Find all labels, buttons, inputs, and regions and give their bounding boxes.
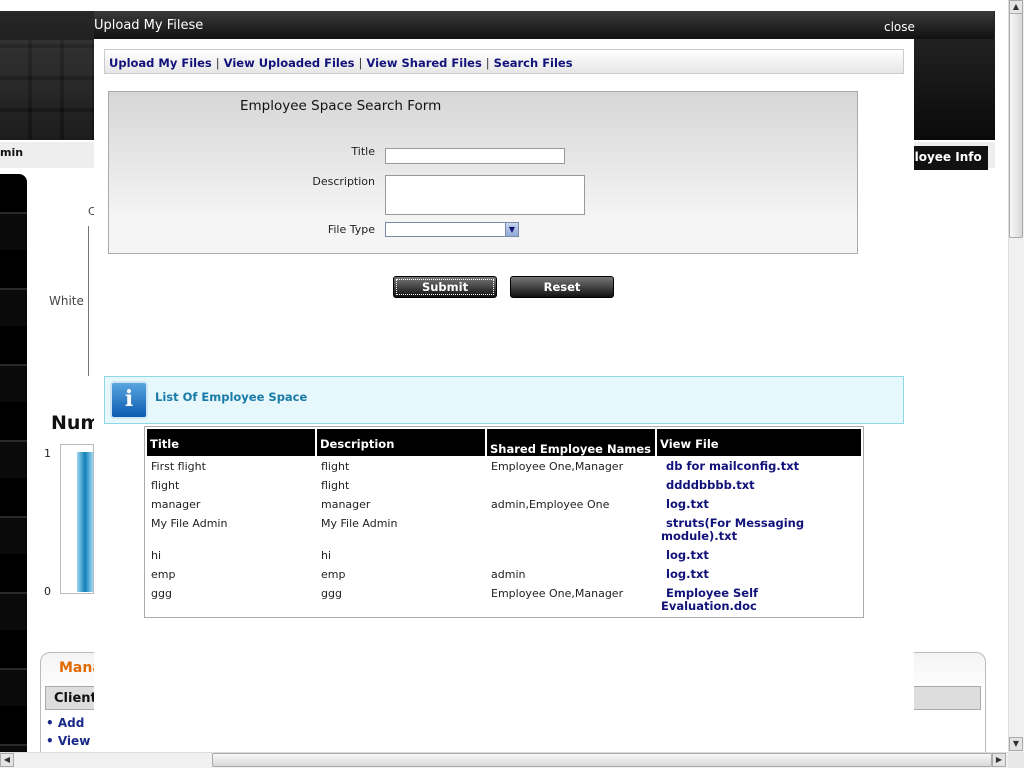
column-header-description: Description: [317, 429, 485, 456]
row-file-link[interactable]: struts(For Messaging module).txt: [661, 517, 841, 543]
tab-view-shared-files[interactable]: View Shared Files: [366, 56, 481, 70]
background-axis-tick-1: 1: [44, 447, 51, 460]
background-admin-text: min: [0, 146, 24, 159]
background-chart-label: White: [49, 294, 84, 308]
row-title: emp: [151, 568, 176, 581]
reset-button[interactable]: Reset: [510, 276, 614, 298]
row-file-link[interactable]: log.txt: [666, 498, 709, 511]
row-file-link[interactable]: log.txt: [666, 549, 709, 562]
row-description: hi: [321, 549, 332, 562]
background-axis-tick-0: 0: [44, 585, 51, 598]
scrollbar-corner: [1008, 752, 1024, 768]
row-description: My File Admin: [321, 517, 398, 530]
row-description: manager: [321, 498, 371, 511]
tab-search-files[interactable]: Search Files: [494, 56, 573, 70]
row-title: flight: [151, 479, 180, 492]
row-title: ggg: [151, 587, 172, 600]
tab-separator: |: [215, 56, 220, 70]
title-label: Title: [351, 145, 375, 158]
vertical-scrollbar-thumb[interactable]: [1009, 12, 1023, 238]
list-heading: List Of Employee Space: [155, 390, 308, 404]
scroll-down-icon[interactable]: ▼: [1009, 737, 1023, 751]
row-title: First flight: [151, 460, 206, 473]
search-form-heading: Employee Space Search Form: [240, 98, 442, 114]
row-description: flight: [321, 479, 350, 492]
row-shared: Employee One,Manager: [491, 460, 624, 473]
file-type-label: File Type: [327, 223, 375, 236]
background-left-menu: [0, 174, 27, 754]
row-title: hi: [151, 549, 162, 562]
modal-titlebar: [94, 11, 994, 39]
background-list-item-add[interactable]: • Add: [46, 716, 84, 730]
row-file-link[interactable]: Employee Self Evaluation.doc: [661, 587, 801, 613]
row-file-link[interactable]: db for mailconfig.txt: [666, 460, 799, 473]
horizontal-scrollbar-thumb[interactable]: [212, 753, 992, 767]
row-file-link[interactable]: log.txt: [666, 568, 709, 581]
row-title: manager: [151, 498, 201, 511]
row-file-link[interactable]: ddddbbbb.txt: [666, 479, 755, 492]
description-textarea[interactable]: [385, 175, 585, 215]
row-description: emp: [321, 568, 346, 581]
column-header-shared-names: Shared Employee Names: [487, 429, 655, 456]
column-header-title: Title: [147, 429, 315, 456]
background-top-strip: [0, 0, 1008, 11]
background-tile-pattern: [0, 40, 94, 140]
row-title: My File Admin: [151, 517, 228, 530]
modal-tab-bar: Upload My Files | View Uploaded Files | View…: [104, 49, 904, 74]
row-shared: admin,Employee One: [491, 498, 610, 511]
tab-separator: |: [485, 56, 490, 70]
scroll-left-icon[interactable]: ◀: [0, 753, 14, 767]
chevron-down-icon[interactable]: ▼: [505, 223, 518, 236]
info-icon: i: [110, 381, 148, 419]
tab-view-uploaded-files[interactable]: View Uploaded Files: [224, 56, 355, 70]
row-shared: admin: [491, 568, 526, 581]
description-label: Description: [312, 175, 375, 188]
file-type-select[interactable]: ▼: [385, 222, 519, 237]
modal-close-link[interactable]: close: [884, 20, 915, 34]
scroll-right-icon[interactable]: ▶: [992, 753, 1006, 767]
row-description: ggg: [321, 587, 342, 600]
submit-button[interactable]: Submit: [393, 276, 497, 298]
background-list-item-view[interactable]: • View: [46, 734, 90, 748]
background-bar: [77, 452, 93, 592]
column-header-view-file: View File: [657, 429, 861, 456]
tab-separator: |: [358, 56, 363, 70]
title-input[interactable]: [385, 148, 565, 164]
row-shared: Employee One,Manager: [491, 587, 624, 600]
background-chart-heading: Num: [51, 412, 101, 434]
row-description: flight: [321, 460, 350, 473]
scroll-up-icon[interactable]: ▲: [1009, 0, 1023, 14]
modal-title: Upload My Filese: [94, 18, 204, 33]
tab-upload-my-files[interactable]: Upload My Files: [109, 56, 212, 70]
